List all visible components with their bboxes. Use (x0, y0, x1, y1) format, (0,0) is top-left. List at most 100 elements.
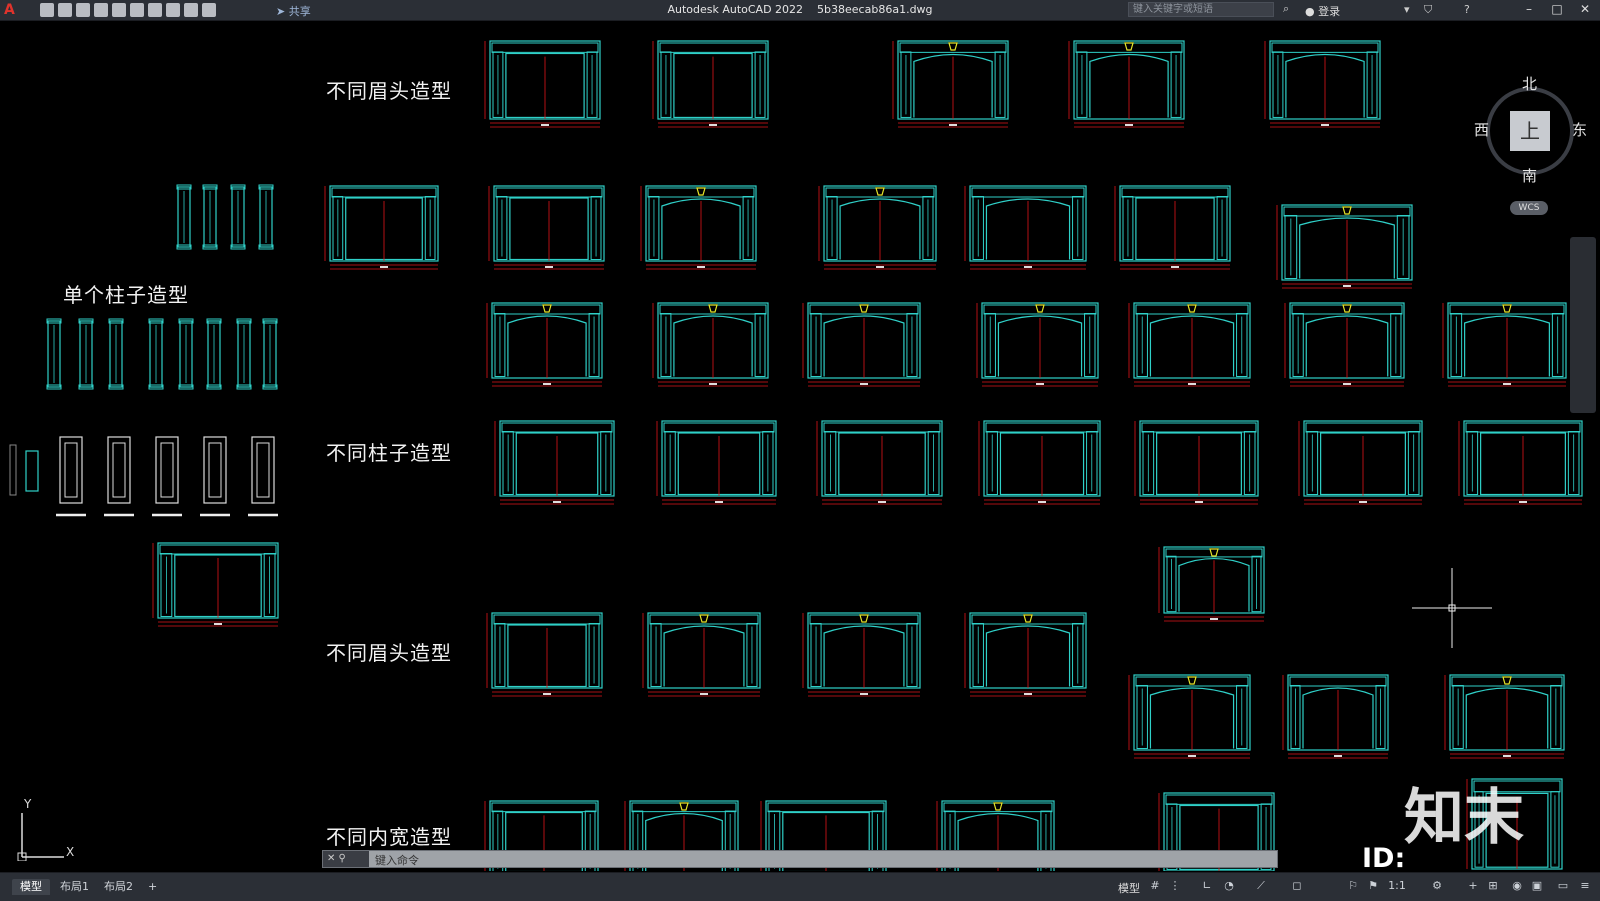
panel-inset (160, 442, 174, 498)
tab-layout2[interactable]: 布局2 (96, 879, 141, 895)
units-icon[interactable]: ⊞ (1486, 879, 1500, 893)
elevation-drawing (652, 40, 769, 128)
add-layout-button[interactable]: + (140, 879, 165, 895)
panel-drawing (203, 436, 227, 504)
panel-drawing (155, 436, 179, 504)
undo-icon[interactable] (166, 3, 180, 17)
minimize-icon[interactable]: – (1518, 2, 1540, 16)
elevation-drawing (488, 185, 605, 270)
save-web-icon[interactable] (130, 3, 144, 17)
file-name: 5b38eecab86a1.dwg (817, 3, 933, 16)
cad-drawing (9, 40, 1583, 871)
label-column-types: 不同柱子造型 (326, 441, 452, 465)
panel-inset (208, 442, 222, 498)
model-space-toggle[interactable]: 模型 (1118, 880, 1140, 896)
elevation-drawing (324, 185, 439, 270)
elevation-drawing (486, 302, 603, 387)
elevation-drawing (1282, 674, 1389, 759)
column-section (9, 444, 17, 496)
workspace-icon[interactable] (202, 3, 216, 17)
quick-access-toolbar (40, 3, 216, 17)
autodesk-app-icon[interactable]: ⛉ (1424, 3, 1432, 17)
app-title: Autodesk AutoCAD 2022 (667, 3, 804, 16)
annotation-visibility-icon[interactable]: ⚐ (1346, 879, 1360, 893)
elevation-drawing (892, 40, 1009, 128)
label-lintel-1: 不同眉头造型 (326, 79, 452, 103)
new-file-icon[interactable] (40, 3, 54, 17)
elevation-drawing (964, 612, 1087, 697)
clean-screen-icon[interactable]: ▭ (1556, 879, 1570, 893)
elevation-drawing (152, 542, 279, 627)
plus-icon[interactable]: + (1466, 879, 1480, 893)
search-input[interactable]: 键入关键字或短语 (1128, 2, 1274, 17)
elevation-drawing (1458, 420, 1583, 505)
isodraft-icon[interactable]: ⟋ (1254, 879, 1268, 893)
elevation-drawing (1158, 546, 1265, 622)
snap-icon[interactable]: ⋮ (1168, 879, 1182, 893)
elevation-drawing (964, 185, 1087, 270)
redo-icon[interactable] (184, 3, 198, 17)
login-label: 登录 (1318, 5, 1341, 18)
plot-icon[interactable] (148, 3, 162, 17)
elevation-drawing (816, 420, 943, 505)
scale-display[interactable]: 1:1 (1386, 879, 1408, 893)
ucs-icon: Y X (14, 797, 94, 861)
hardware-acceleration-icon[interactable]: ▣ (1530, 879, 1544, 893)
elevation-drawing (1442, 302, 1567, 387)
compass-west[interactable]: 西 (1474, 119, 1489, 140)
grid-icon[interactable]: # (1148, 879, 1162, 893)
label-lintel-2: 不同眉头造型 (326, 641, 452, 665)
open-file-icon[interactable] (58, 3, 72, 17)
elevation-drawing (484, 40, 601, 128)
customization-menu-icon[interactable]: ≡ (1578, 879, 1592, 893)
ucs-y-label: Y (24, 797, 32, 811)
panel-drawing (107, 436, 131, 504)
elevation-drawing (976, 302, 1099, 387)
elevation-drawing (652, 302, 769, 387)
compass-east[interactable]: 东 (1572, 119, 1587, 140)
command-line-controls[interactable]: ✕ ⚲ (323, 851, 369, 867)
label-inner-width: 不同内宽造型 (326, 825, 452, 849)
close-icon[interactable]: ✕ (1574, 2, 1596, 16)
save-as-icon[interactable] (94, 3, 108, 17)
viewcube[interactable]: 上 北 南 西 东 (1474, 75, 1587, 185)
share-button[interactable]: ➤ 共享 (276, 3, 311, 19)
workspace-switch-icon[interactable]: ⚙ (1430, 879, 1444, 893)
login-button[interactable]: ● 登录 (1305, 3, 1340, 19)
command-input[interactable]: 键入命令 (375, 852, 419, 868)
label-single-column: 单个柱子造型 (63, 283, 189, 307)
compass-south[interactable]: 南 (1522, 165, 1537, 186)
search-icon[interactable]: ⌕ (1283, 3, 1295, 15)
tab-model[interactable]: 模型 (12, 879, 50, 895)
isolate-objects-icon[interactable]: ◉ (1510, 879, 1524, 893)
polar-icon[interactable]: ◔ (1222, 879, 1236, 893)
panel-drawing (59, 436, 83, 504)
panel-inset (256, 442, 270, 498)
maximize-icon[interactable]: □ (1546, 2, 1568, 16)
column-profile (25, 450, 39, 492)
navigation-bar[interactable] (1570, 237, 1596, 413)
wcs-menu[interactable]: WCS (1510, 201, 1548, 215)
save-icon[interactable] (76, 3, 90, 17)
elevation-drawing (1114, 185, 1231, 270)
cart-icon[interactable]: ▾ (1404, 3, 1410, 16)
viewcube-face-top[interactable]: 上 (1510, 111, 1550, 151)
ortho-icon[interactable]: ∟ (1200, 879, 1214, 893)
elevation-drawing (1276, 204, 1413, 289)
watermark-id: ID: 1143633202 (1362, 843, 1406, 871)
share-label: 共享 (288, 5, 311, 18)
open-web-icon[interactable] (112, 3, 126, 17)
title-bar: A ➤ 共享 Autodesk AutoCAD 2022 5b38eecab86… (0, 0, 1600, 21)
help-icon[interactable]: ? (1464, 3, 1470, 16)
osnap-icon[interactable]: ◻ (1290, 879, 1304, 893)
annotation-scale-icon[interactable]: ⚑ (1366, 879, 1380, 893)
compass-north[interactable]: 北 (1522, 73, 1537, 94)
command-line[interactable]: ✕ ⚲ 键入命令 (322, 850, 1278, 868)
drawing-canvas[interactable]: 不同眉头造型 单个柱子造型 不同柱子造型 不同眉头造型 不同内宽造型 上 北 南… (0, 21, 1600, 871)
elevation-drawing (802, 612, 921, 697)
autocad-logo-icon[interactable]: A (4, 2, 20, 18)
elevation-drawing (656, 420, 777, 505)
elevation-drawing (640, 185, 757, 270)
elevation-drawing (1284, 302, 1405, 387)
tab-layout1[interactable]: 布局1 (52, 879, 97, 895)
